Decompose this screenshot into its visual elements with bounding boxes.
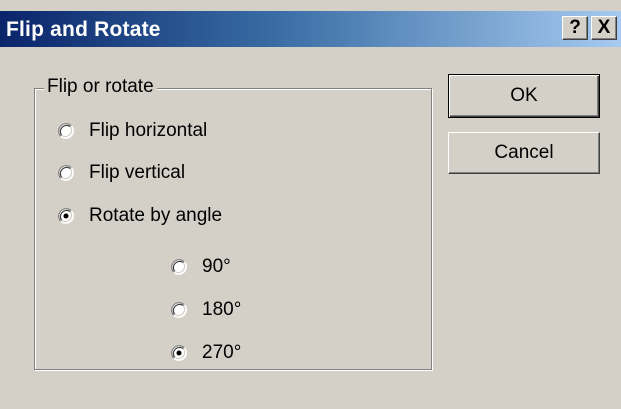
angle-90-label: 90° xyxy=(202,256,231,277)
rotate-by-angle-option[interactable]: Rotate by angle xyxy=(57,203,222,229)
flip-vertical-label: Flip vertical xyxy=(89,162,186,183)
cancel-button[interactable]: Cancel xyxy=(448,132,600,174)
angle-270-option[interactable]: 270° xyxy=(170,340,241,366)
radio-button-icon[interactable] xyxy=(170,258,188,276)
close-button[interactable]: X xyxy=(591,16,617,40)
angle-180-label: 180° xyxy=(202,299,242,320)
radio-button-icon[interactable] xyxy=(57,207,75,225)
help-button[interactable]: ? xyxy=(562,16,588,40)
radio-button-icon[interactable] xyxy=(170,344,188,362)
ok-button[interactable]: OK xyxy=(448,74,600,118)
title-bar[interactable]: Flip and Rotate ? X xyxy=(0,11,621,47)
radio-button-icon[interactable] xyxy=(57,164,75,182)
flip-rotate-dialog: Flip and Rotate ? X Flip or rotate Flip … xyxy=(0,0,621,409)
flip-horizontal-label: Flip horizontal xyxy=(89,120,208,141)
radio-button-icon[interactable] xyxy=(170,301,188,319)
window-title: Flip and Rotate xyxy=(6,18,161,41)
angle-270-label: 270° xyxy=(202,342,242,363)
rotate-by-angle-label: Rotate by angle xyxy=(89,205,223,226)
angle-180-option[interactable]: 180° xyxy=(170,297,241,323)
flip-vertical-option[interactable]: Flip vertical xyxy=(57,160,185,186)
radio-button-icon[interactable] xyxy=(57,122,75,140)
groupbox-label: Flip or rotate xyxy=(44,76,157,98)
angle-90-option[interactable]: 90° xyxy=(170,254,231,280)
flip-horizontal-option[interactable]: Flip horizontal xyxy=(57,118,207,144)
